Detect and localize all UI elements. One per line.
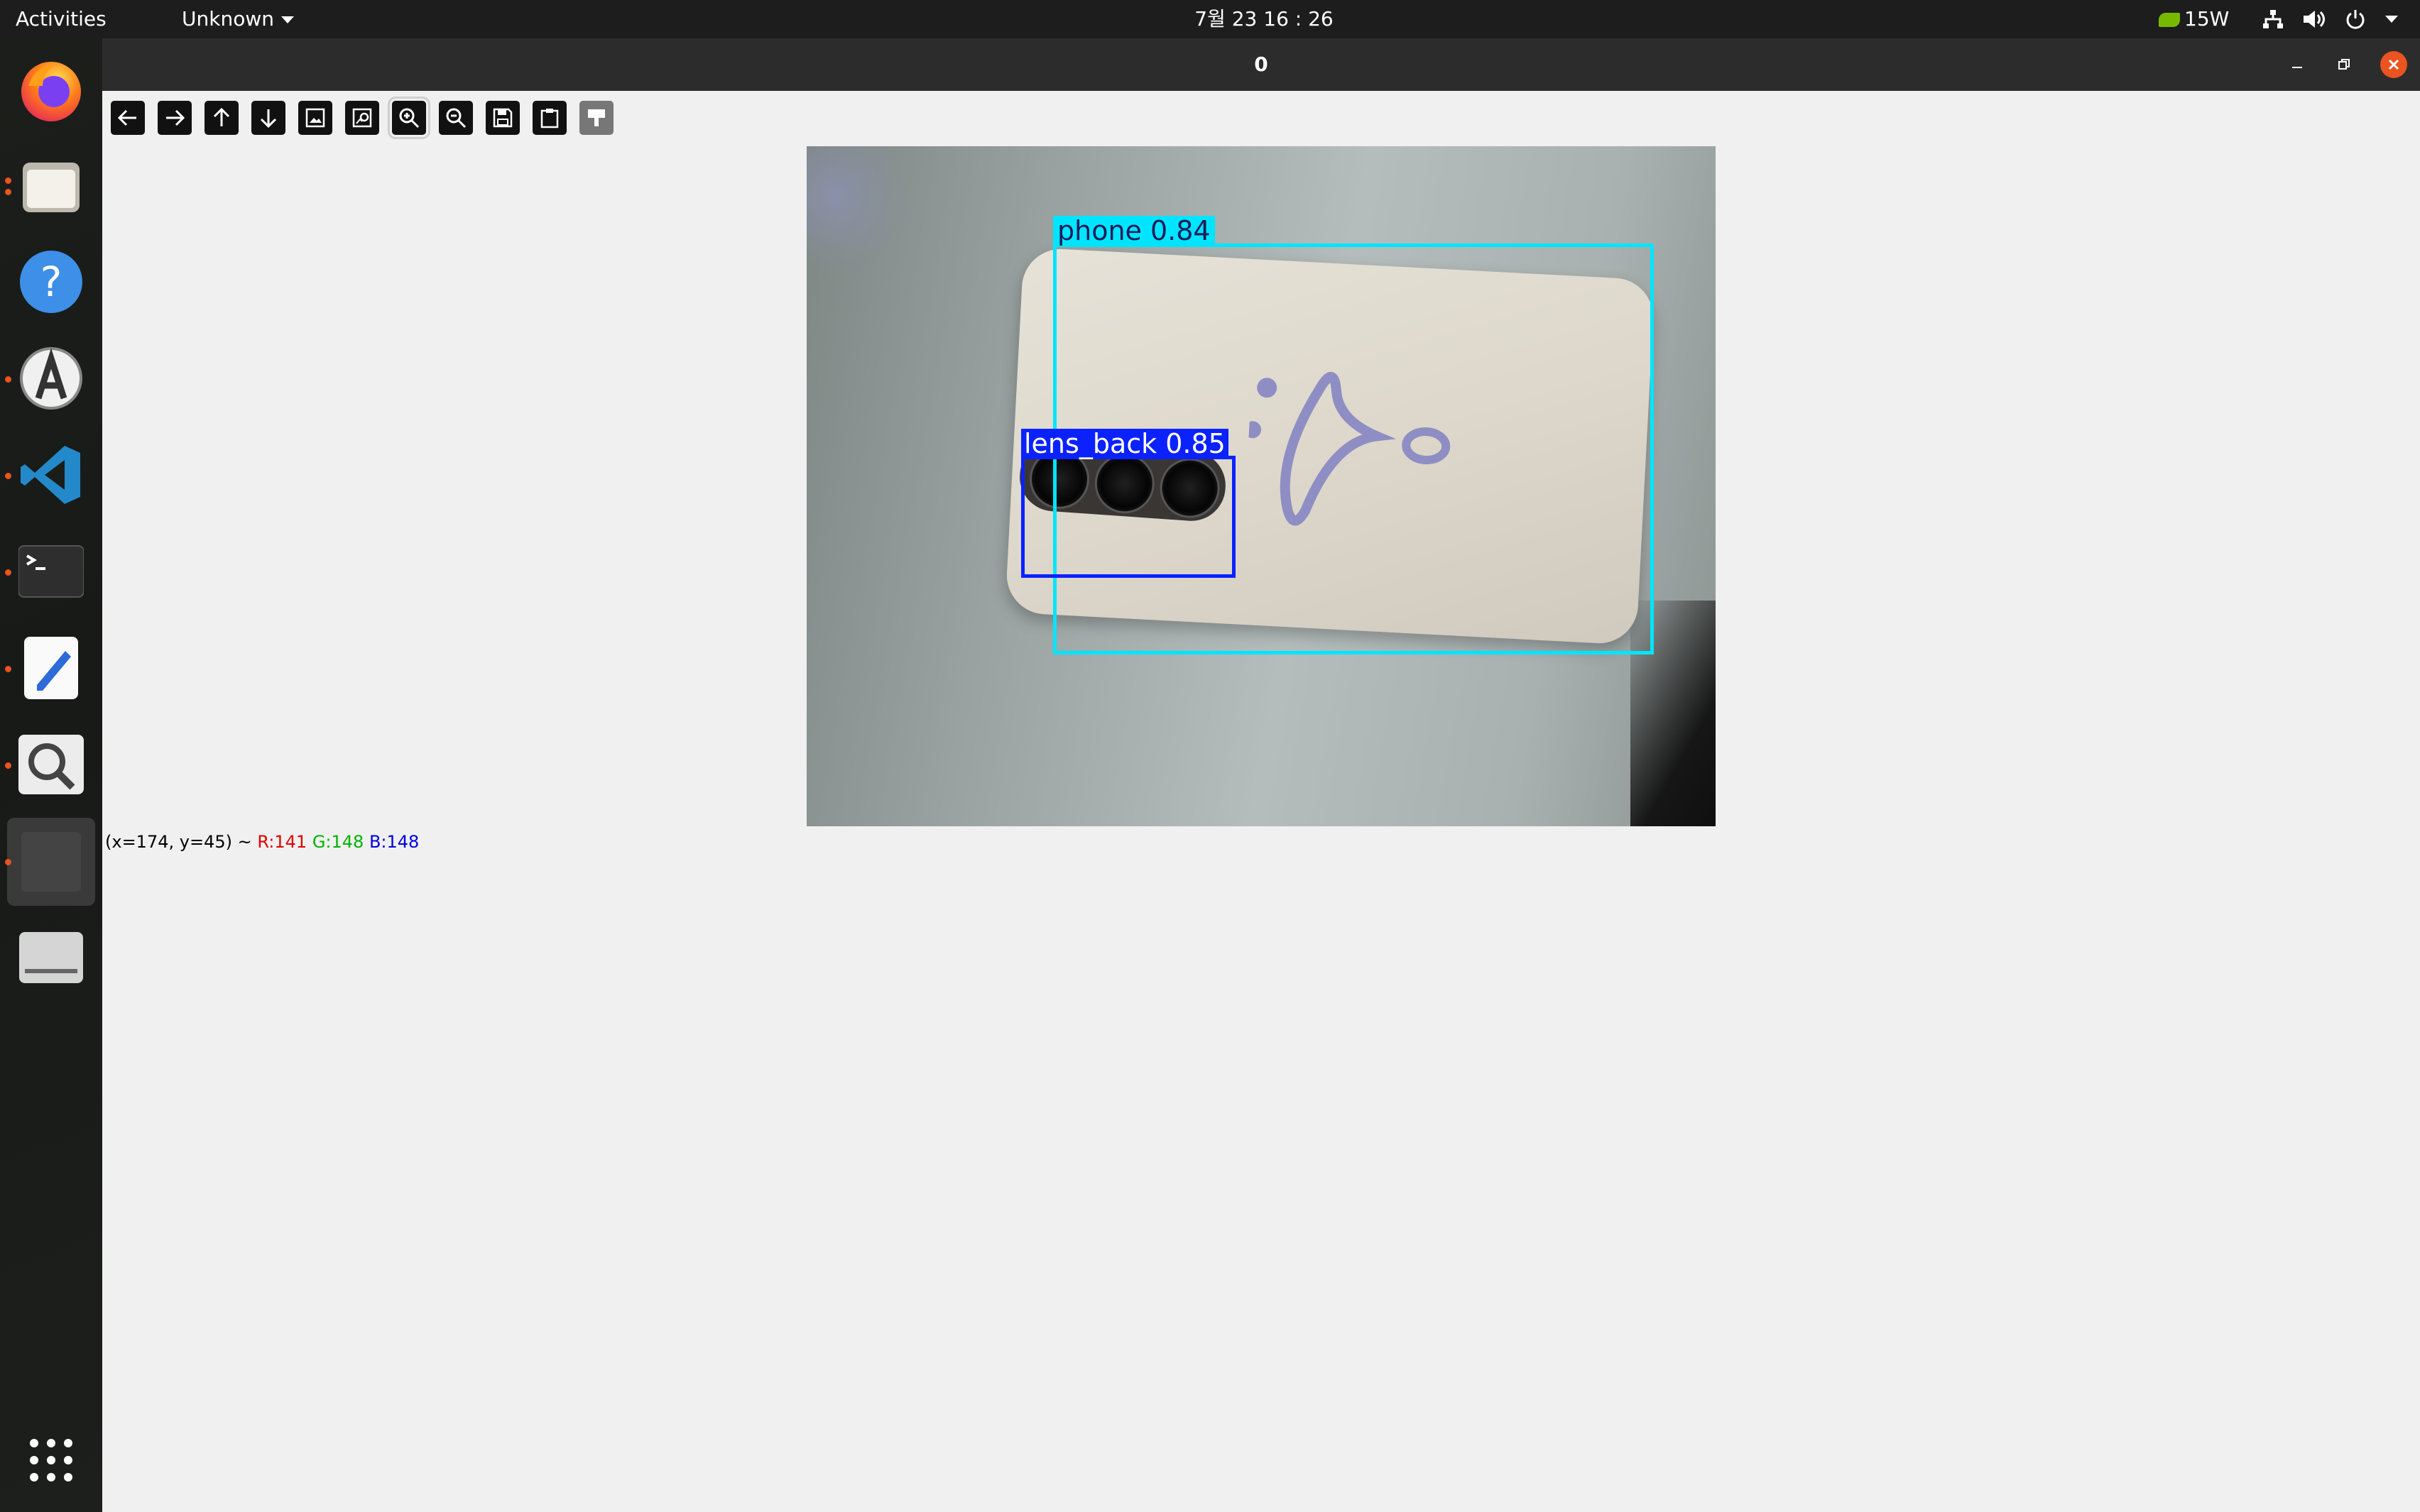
detection-box-lens-back (1021, 456, 1236, 578)
terminal-launcher[interactable] (12, 532, 90, 610)
grid-icon (30, 1439, 72, 1481)
help-icon: ? (20, 251, 82, 313)
app-store-icon (20, 347, 82, 410)
pan-down-button[interactable] (251, 101, 285, 135)
minimize-icon (2292, 67, 2302, 68)
power-value: 15W (2184, 7, 2230, 31)
zoom-in-icon (399, 108, 420, 128)
chevron-down-icon[interactable] (2384, 14, 2399, 24)
firefox-launcher[interactable] (12, 51, 90, 129)
zoom-original-button[interactable] (345, 101, 379, 135)
copy-to-clipboard-button[interactable] (533, 101, 567, 135)
files-launcher[interactable] (12, 146, 90, 224)
dock: ? (0, 38, 102, 1512)
disk-launcher[interactable] (12, 919, 90, 997)
save-button[interactable] (486, 101, 520, 135)
status-bar: (x=174, y=45) ~ R:141 G:148 B:148 (105, 832, 419, 852)
terminal-icon (18, 545, 84, 598)
firefox-icon (21, 62, 81, 121)
window-icon (21, 832, 81, 892)
close-button[interactable] (2380, 51, 2407, 78)
zoom-out-button[interactable] (439, 101, 473, 135)
running-indicator (5, 376, 11, 383)
clipboard-icon (540, 109, 559, 128)
image-viewer-launcher[interactable] (12, 725, 90, 804)
help-launcher[interactable]: ? (12, 243, 90, 321)
properties-icon (588, 109, 605, 126)
arrow-left-icon (117, 109, 136, 126)
top-bar: Activities Unknown 7월 23 16 : 26 15W (0, 0, 2420, 38)
pixel-green-value: G:148 (312, 832, 364, 852)
detection-label-phone: phone 0.84 (1053, 216, 1215, 246)
arrow-down-icon (260, 109, 277, 128)
title-bar[interactable]: 0 (102, 38, 2420, 91)
vscode-icon (21, 446, 80, 504)
toolbar (111, 97, 614, 139)
zoom-in-button[interactable] (388, 97, 430, 139)
running-indicator (5, 473, 11, 479)
close-icon (2388, 59, 2399, 70)
zoom-fit-button[interactable] (298, 101, 332, 135)
text-editor-icon (24, 637, 78, 699)
properties-button[interactable] (579, 101, 614, 135)
volume-icon[interactable] (2302, 9, 2326, 29)
pan-right-button[interactable] (158, 101, 192, 135)
running-indicator (5, 666, 11, 672)
nvidia-icon (2159, 13, 2180, 27)
maximize-button[interactable] (2328, 48, 2360, 81)
show-applications-button[interactable] (12, 1421, 90, 1499)
pixel-blue-value: B:148 (369, 832, 420, 852)
cursor-coordinates: (x=174, y=45) ~ (105, 832, 258, 852)
running-indicator (5, 177, 11, 184)
pixel-red-value: R:141 (257, 832, 307, 852)
arrow-right-icon (166, 109, 185, 126)
active-window-launcher[interactable] (7, 818, 95, 906)
image-icon (305, 108, 325, 128)
running-indicator (5, 859, 11, 865)
image-zoom-icon (352, 108, 372, 128)
vscode-launcher[interactable] (12, 436, 90, 514)
software-launcher[interactable] (12, 339, 90, 417)
minimize-button[interactable] (2281, 48, 2313, 81)
clock[interactable]: 7월 23 16 : 26 (0, 0, 2420, 38)
image-canvas[interactable]: phone 0.84 lens_back 0.85 (807, 146, 1716, 826)
zoom-out-icon (446, 108, 467, 128)
save-icon (493, 108, 513, 128)
drive-icon (19, 932, 83, 983)
pan-up-button[interactable] (205, 101, 239, 135)
svg-text:?: ? (40, 258, 62, 306)
window-title: 0 (1254, 53, 1268, 76)
running-indicator (5, 189, 11, 195)
background-shadow (807, 146, 906, 274)
gpu-power-indicator[interactable]: 15W (2159, 0, 2229, 38)
folder-icon (23, 163, 80, 212)
detection-label-lens-back: lens_back 0.85 (1021, 429, 1228, 459)
pan-left-button[interactable] (111, 101, 145, 135)
running-indicator (5, 569, 11, 576)
network-icon[interactable] (2262, 9, 2284, 29)
arrow-up-icon (213, 107, 230, 126)
running-indicator (5, 762, 11, 769)
system-tray[interactable] (2262, 0, 2399, 38)
image-window: 0 phone 0.84 lens_back 0.85 (x=174, y=45… (102, 38, 2420, 1512)
power-icon[interactable] (2345, 9, 2366, 30)
text-editor-launcher[interactable] (12, 629, 90, 707)
restore-icon (2338, 59, 2350, 70)
image-viewer-icon (18, 735, 84, 794)
